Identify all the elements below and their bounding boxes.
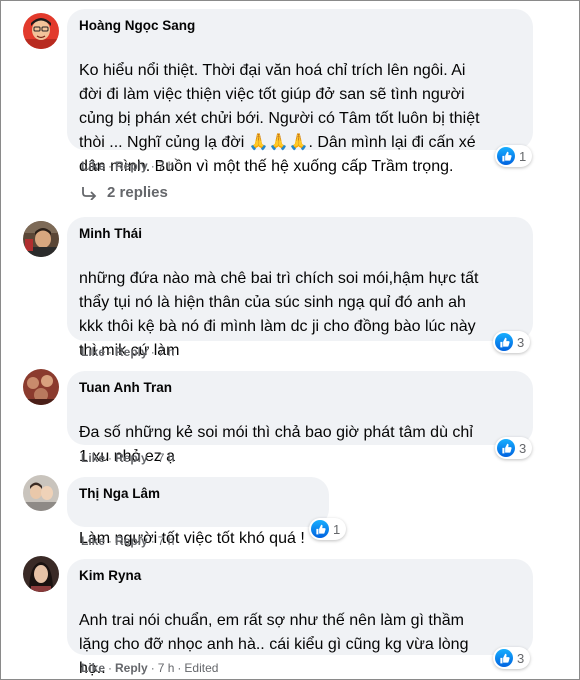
reaction-count: 1 [333, 521, 341, 537]
comment-line: thòi ... Nghĩ củng lạ đời 🙏🙏🙏. Dân mình … [79, 134, 476, 151]
avatar-image [23, 221, 59, 257]
reply-button[interactable]: Reply [115, 345, 148, 359]
comment-time[interactable]: 7 h [158, 345, 175, 359]
reply-button[interactable]: Reply [115, 661, 148, 675]
replies-count-label: 2 replies [107, 184, 168, 201]
separator-dot: · [150, 345, 155, 359]
comment-actions: Like · Reply · 7 h · Edited [81, 660, 218, 676]
reaction-summary[interactable]: 1 [495, 145, 533, 167]
like-button[interactable]: Like [81, 451, 105, 465]
comment-time[interactable]: 7 h [158, 534, 175, 548]
like-button[interactable]: Like [81, 661, 105, 675]
comment-line: Đa số những kẻ soi mói thì chả bao giờ p… [79, 424, 473, 441]
avatar-image [23, 475, 59, 511]
comment-actions: Like · Reply · 7 h [81, 158, 174, 174]
comment-line: đời đi làm việc thiện việc tốt giúp đở s… [79, 86, 465, 103]
avatar-image [23, 369, 59, 405]
separator-dot: · [108, 159, 113, 173]
reaction-summary[interactable]: 3 [493, 331, 531, 353]
comment-author[interactable]: Tuan Anh Tran [79, 379, 521, 397]
comment-actions: Like · Reply · 7 h [81, 344, 174, 360]
avatar-image [23, 556, 59, 592]
separator-dot: · [177, 661, 182, 675]
comment-line: Ko hiểu nổi thiệt. Thời đại văn hoá chỉ … [79, 62, 466, 79]
reply-button[interactable]: Reply [115, 534, 148, 548]
separator-dot: · [108, 451, 113, 465]
separator-dot: · [108, 345, 113, 359]
comment-author[interactable]: Minh Thái [79, 225, 521, 243]
separator-dot: · [150, 534, 155, 548]
reply-button[interactable]: Reply [115, 159, 148, 173]
thumbs-up-icon [311, 520, 329, 538]
comment-bubble: Hoàng Ngọc Sang Ko hiểu nổi thiệt. Thời … [67, 9, 533, 175]
thumbs-up-icon [495, 649, 513, 667]
like-button[interactable]: Like [81, 159, 105, 173]
edited-label[interactable]: Edited [184, 661, 218, 675]
comment-bubble: Minh Thái những đứa nào mà chê bai trì c… [67, 217, 533, 359]
comment-author[interactable]: Kim Ryna [79, 567, 521, 585]
reaction-summary[interactable]: 3 [495, 437, 533, 459]
separator-dot: · [108, 661, 113, 675]
avatar[interactable] [23, 13, 59, 49]
reaction-summary[interactable]: 1 [309, 518, 347, 540]
separator-dot: · [150, 451, 155, 465]
thumbs-up-icon [495, 333, 513, 351]
reaction-count: 3 [519, 440, 527, 456]
reaction-count: 3 [517, 650, 525, 666]
comment-author[interactable]: Thị Nga Lâm [79, 485, 317, 503]
comment-line: những đứa nào mà chê bai trì chích soi m… [79, 270, 479, 287]
comment-bubble: Kim Ryna Anh trai nói chuẩn, em rất sợ n… [67, 559, 533, 677]
separator-dot: · [150, 159, 155, 173]
comment-time[interactable]: 7 h [158, 159, 175, 173]
comment-author[interactable]: Hoàng Ngọc Sang [79, 17, 521, 35]
comment-line: thẩy tụi nó là hiện thân của súc sinh ng… [79, 294, 466, 311]
comment-line: lặng cho đỡ nhọc anh hà.. cái kiểu gì cũ… [79, 636, 469, 653]
comment-bubble: Tuan Anh Tran Đa số những kẻ soi mói thì… [67, 371, 533, 465]
avatar[interactable] [23, 221, 59, 257]
reaction-count: 1 [519, 148, 527, 164]
avatar[interactable] [23, 556, 59, 592]
like-button[interactable]: Like [81, 345, 105, 359]
like-button[interactable]: Like [81, 534, 105, 548]
comment-time[interactable]: 7 h [158, 661, 175, 675]
comment-actions: Like · Reply · 7 h [81, 450, 174, 466]
comment-text: Ko hiểu nổi thiệt. Thời đại văn hoá chỉ … [79, 35, 521, 203]
reaction-count: 3 [517, 334, 525, 350]
reply-button[interactable]: Reply [115, 451, 148, 465]
comment-time[interactable]: 7 h [158, 451, 175, 465]
separator-dot: · [108, 534, 113, 548]
comment-actions: Like · Reply · 7 h [81, 533, 174, 549]
avatar[interactable] [23, 369, 59, 405]
comment-line: củng bị phán xét chửi bới. Người có Tâm … [79, 110, 480, 127]
comment-text: những đứa nào mà chê bai trì chích soi m… [79, 243, 521, 387]
reply-arrow-icon [82, 186, 97, 200]
comment-bubble: Thị Nga Lâm Làm người tốt việc tốt khó q… [67, 477, 329, 547]
avatar[interactable] [23, 475, 59, 511]
separator-dot: · [150, 661, 155, 675]
comment-line: Anh trai nói chuẩn, em rất sợ như thế nê… [79, 612, 464, 629]
reaction-summary[interactable]: 3 [493, 647, 531, 669]
view-replies-button[interactable]: 2 replies [81, 184, 168, 201]
thumbs-up-icon [497, 439, 515, 457]
comment-line: kkk thôi kệ bà nó đi mình làm dc ji cho … [79, 318, 476, 335]
avatar-image [23, 13, 59, 49]
comments-panel: Hoàng Ngọc Sang Ko hiểu nổi thiệt. Thời … [0, 0, 580, 680]
thumbs-up-icon [497, 147, 515, 165]
